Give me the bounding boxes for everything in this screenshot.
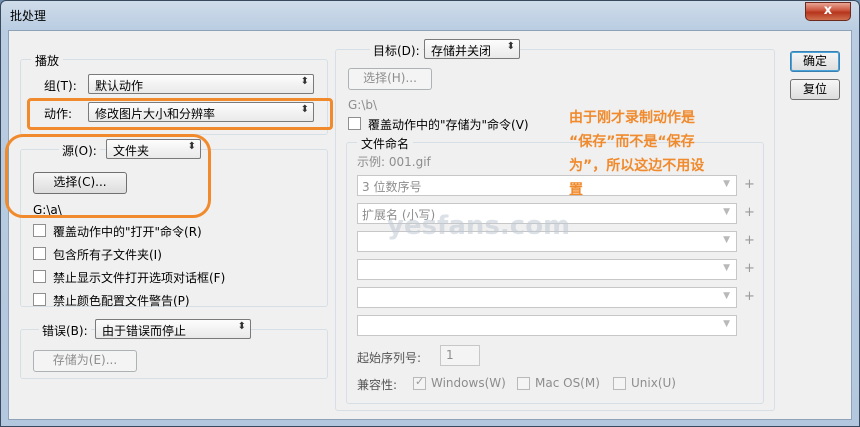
chevron-down-icon: ▼ (723, 263, 730, 273)
errors-label: 错误(B): (39, 322, 91, 339)
compat-mac-label: Mac OS(M) (535, 376, 600, 390)
override-save-as-checkbox[interactable] (348, 117, 361, 130)
destination-select[interactable]: 存储并关闭 ⬍ (424, 39, 520, 59)
compat-windows-label: Windows(W) (431, 376, 506, 390)
chevron-down-icon: ▼ (723, 207, 730, 217)
compat-unix-checkbox[interactable] (613, 377, 626, 390)
override-save-as-label: 覆盖动作中的"存储为"命令(V) (368, 118, 529, 132)
compat-mac-checkbox[interactable] (517, 377, 530, 390)
annotation-line-2: “保存”而不是“保存 (569, 134, 695, 150)
include-subfolders-label: 包含所有子文件夹(I) (53, 248, 162, 262)
errors-select-value: 由于错误而停止 (102, 324, 187, 338)
include-subfolders-checkbox[interactable] (33, 247, 46, 260)
set-select-value: 默认动作 (95, 79, 144, 93)
action-highlight-box (27, 98, 333, 130)
compat-windows-checkbox[interactable] (413, 375, 426, 390)
annotation-line-4: 置 (569, 182, 583, 198)
destination-path: G:\b\ (348, 98, 378, 112)
reset-button[interactable]: 复位 (790, 79, 840, 100)
title-bar[interactable]: 批处理 x (1, 1, 859, 29)
start-serial-label: 起始序列号: (357, 351, 422, 365)
dialog-body: 播放 组(T): 默认动作 ⬍ 动作: 修改图片大小和分辨率 ⬍ 源(O): 文… (5, 30, 852, 420)
watermark: yesfans.com (387, 211, 571, 241)
save-as-button[interactable]: 存储为(E)... (33, 350, 137, 372)
annotation-line-1: 由于刚才录制动作是 (569, 110, 695, 126)
plus-icon[interactable]: + (744, 261, 755, 276)
file-naming-legend: 文件命名 (357, 135, 414, 152)
destination-select-value: 存储并关闭 (431, 44, 492, 58)
updown-arrow-icon: ⬍ (300, 76, 309, 87)
suppress-open-options-label: 禁止显示文件打开选项对话框(F) (53, 271, 226, 285)
chevron-down-icon: ▼ (723, 319, 730, 329)
compat-unix-label: Unix(U) (631, 376, 676, 390)
destination-choose-button[interactable]: 选择(H)... (348, 68, 432, 90)
suppress-open-options-checkbox[interactable] (33, 270, 46, 283)
source-highlight-box (5, 134, 211, 218)
start-serial-input[interactable]: 1 (440, 345, 480, 366)
updown-arrow-icon: ⬍ (237, 321, 246, 332)
destination-label: 目标(D): (370, 42, 423, 59)
override-open-label: 覆盖动作中的"打开"命令(R) (53, 225, 202, 239)
annotation-line-3: 为”，所以这边不用设 (569, 158, 705, 174)
naming-field-1-value: 3 位数序号 (362, 180, 422, 194)
override-open-checkbox[interactable] (33, 224, 46, 237)
suppress-color-warnings-checkbox[interactable] (33, 293, 46, 306)
compat-label: 兼容性: (357, 378, 398, 392)
plus-icon[interactable]: + (744, 233, 755, 248)
naming-field-4[interactable]: ▼ (357, 259, 737, 280)
set-label: 组(T): (44, 79, 77, 93)
updown-arrow-icon: ⬍ (506, 41, 515, 52)
naming-field-5[interactable]: ▼ (357, 287, 737, 308)
chevron-down-icon: ▼ (723, 291, 730, 301)
plus-icon[interactable]: + (744, 205, 755, 220)
play-legend: 播放 (31, 52, 64, 69)
chevron-down-icon: ▼ (723, 235, 730, 245)
plus-icon[interactable]: + (744, 289, 755, 304)
window-title: 批处理 (10, 9, 47, 23)
ok-button[interactable]: 确定 (790, 51, 840, 72)
annotation-text: 由于刚才录制动作是 “保存”而不是“保存 为”，所以这边不用设 置 (569, 106, 759, 202)
errors-select[interactable]: 由于错误而停止 ⬍ (95, 319, 251, 339)
batch-dialog: 批处理 x 播放 组(T): 默认动作 ⬍ 动作: 修改图片大小和分辨率 ⬍ 源… (0, 0, 860, 427)
naming-field-6[interactable]: ▼ (357, 315, 737, 336)
naming-example: 示例: 001.gif (357, 155, 431, 169)
set-select[interactable]: 默认动作 ⬍ (88, 74, 314, 94)
close-button[interactable]: x (805, 2, 851, 21)
errors-group: 错误(B): 由于错误而停止 ⬍ 存储为(E)... (20, 319, 328, 379)
suppress-color-warnings-label: 禁止颜色配置文件警告(P) (53, 294, 190, 308)
